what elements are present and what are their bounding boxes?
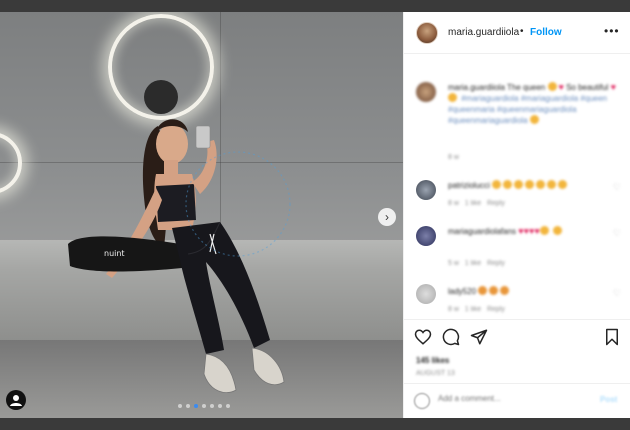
heart-icon: ♥: [534, 226, 540, 236]
comment-avatar[interactable]: [416, 226, 436, 246]
comment-likes[interactable]: 1 like: [465, 306, 481, 313]
add-comment-bar: Post: [404, 383, 630, 418]
carousel-dot: [194, 404, 198, 408]
emoji-icon: [448, 93, 457, 102]
emoji-icon: [489, 286, 499, 295]
post-actions: 145 likes AUGUST 13: [404, 319, 630, 383]
post-date: AUGUST 13: [416, 370, 455, 377]
person-figure: nuint: [68, 119, 291, 393]
likes-count[interactable]: 145 likes: [416, 356, 449, 365]
emoji-icon: [500, 286, 510, 295]
emoji-icon: [492, 180, 502, 189]
comment-username[interactable]: patriziolucci: [448, 181, 490, 190]
emoji-icon: [525, 180, 535, 189]
comment-like-icon[interactable]: ♡: [613, 182, 621, 193]
emoji-icon: [547, 180, 557, 189]
comment-like-icon[interactable]: ♡: [613, 288, 621, 299]
bottom-letterbox: [0, 418, 630, 430]
comment-time: 5 w: [448, 260, 459, 267]
comment-text: patriziolucci: [448, 180, 608, 191]
emoji-picker-icon[interactable]: [414, 393, 430, 409]
comment-likes[interactable]: 1 like: [465, 260, 481, 267]
comment-avatar[interactable]: [416, 284, 436, 304]
caption-time: 8 w: [448, 154, 459, 161]
carousel-indicator: [178, 404, 230, 408]
comments-list: maria.guardiiola The queen ♥ So beautifu…: [404, 54, 630, 319]
follow-button[interactable]: Follow: [530, 27, 562, 38]
comment-meta: 8 w 1 like Reply: [448, 200, 505, 207]
post-photo[interactable]: nuint ›: [0, 12, 403, 418]
post-header: maria.guardiiola • Follow •••: [404, 12, 630, 54]
comment-time: 8 w: [448, 306, 459, 313]
emoji-icon: [514, 180, 524, 189]
caption-avatar[interactable]: [416, 82, 436, 102]
carousel-dot: [210, 404, 214, 408]
carousel-dot: [186, 404, 190, 408]
user-tag-icon[interactable]: [6, 390, 26, 410]
comment-reply[interactable]: Reply: [487, 306, 505, 313]
emoji-icon: [552, 226, 562, 235]
svg-text:nuint: nuint: [104, 249, 125, 258]
comment-meta: 8 w 1 like Reply: [448, 306, 505, 313]
ring-light: [0, 132, 22, 194]
comment-reply[interactable]: Reply: [487, 200, 505, 207]
comment-meta: 5 w 1 like Reply: [448, 260, 505, 267]
more-options-icon[interactable]: •••: [604, 24, 620, 38]
comment-username[interactable]: lady520: [448, 287, 476, 296]
comment-text: lady520: [448, 286, 608, 297]
carousel-dot: [178, 404, 182, 408]
emoji-icon: [547, 82, 557, 91]
carousel-dot: [202, 404, 206, 408]
comment-like-icon[interactable]: ♡: [613, 228, 621, 239]
heart-icon: ♥: [558, 82, 564, 92]
carousel-dot: [218, 404, 222, 408]
header-separator: •: [520, 26, 524, 37]
caption-hashtags[interactable]: #mariaguardiola #mariaguardiola #queen #…: [448, 94, 607, 125]
author-avatar[interactable]: [416, 22, 438, 44]
emoji-icon: [529, 115, 539, 124]
comment-reply[interactable]: Reply: [487, 260, 505, 267]
comment-input[interactable]: [438, 394, 588, 403]
caption-body: The queen: [507, 83, 546, 92]
post-side-panel: maria.guardiiola • Follow ••• maria.guar…: [403, 12, 630, 418]
caption-text: maria.guardiiola The queen ♥ So beautifu…: [448, 82, 618, 126]
caption-username[interactable]: maria.guardiiola: [448, 83, 505, 92]
heart-icon: ♥: [610, 82, 616, 92]
caption-body-2: So beautiful: [566, 83, 609, 92]
heart-like-icon[interactable]: [414, 328, 432, 346]
share-icon[interactable]: [470, 328, 488, 346]
post-modal: nuint › maria.guardiiola • Follow ••• ma…: [0, 12, 630, 418]
comment-text: mariaguardiolafans ♥♥♥♥: [448, 226, 608, 237]
emoji-icon: [558, 180, 568, 189]
comment-avatar[interactable]: [416, 180, 436, 200]
carousel-dot: [226, 404, 230, 408]
bookmark-icon[interactable]: [603, 328, 621, 346]
next-slide-button[interactable]: ›: [378, 208, 396, 226]
comment-username[interactable]: mariaguardiolafans: [448, 227, 516, 236]
top-letterbox: [0, 0, 630, 12]
post-comment-button[interactable]: Post: [600, 395, 617, 404]
comment-likes[interactable]: 1 like: [465, 200, 481, 207]
emoji-icon: [503, 180, 513, 189]
comment-time: 8 w: [448, 200, 459, 207]
emoji-icon: [539, 226, 549, 235]
comment-icon[interactable]: [442, 328, 460, 346]
author-username[interactable]: maria.guardiiola: [448, 27, 519, 38]
emoji-icon: [478, 286, 488, 295]
emoji-icon: [536, 180, 546, 189]
